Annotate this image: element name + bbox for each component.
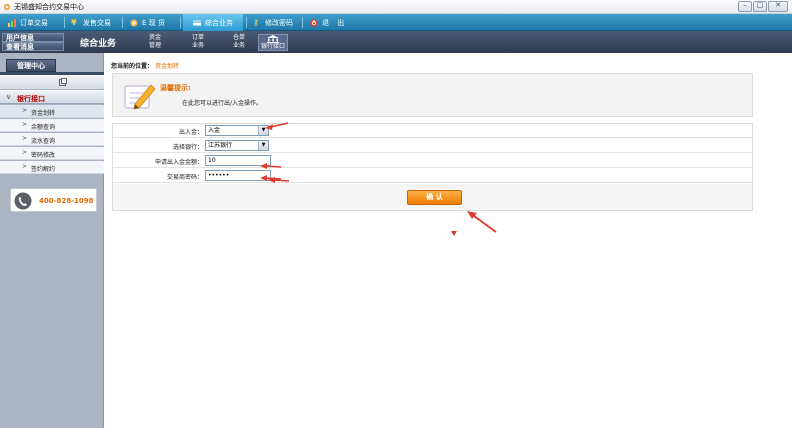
window-titlebar: 无锡盛知合约交易中心 – □ ✕ — [0, 0, 792, 14]
tip-title: 温馨提示: — [160, 84, 191, 92]
chevron-right-icon: > — [22, 107, 28, 114]
direction-label: 出入金： — [178, 129, 203, 136]
view-messages-button[interactable]: 查看消息 — [2, 42, 64, 51]
top-nav: 订单交易 ¥ 发售交易 E 现 货 综合业务 ⚷ 修改密码 退 出 — [0, 14, 792, 31]
maximize-icon: □ — [756, 1, 764, 9]
direction-select[interactable]: 入金 ▼ — [205, 125, 269, 136]
user-info-button[interactable]: 用户信息 — [2, 33, 64, 42]
sidebar-header: 管理中心 — [6, 59, 56, 72]
confirm-button[interactable]: 确 认 — [407, 190, 462, 205]
bank-icon — [267, 35, 279, 43]
nav-logout[interactable]: 退 出 — [310, 14, 360, 31]
sidebar-item-fund-transfer[interactable]: > 资金划转 — [0, 105, 104, 118]
sidebar-item-sign-cancel[interactable]: > 签约解约 — [0, 161, 104, 174]
annotation-arrow-icon — [260, 163, 282, 169]
minimize-button[interactable]: – — [738, 1, 752, 12]
breadcrumb-current: 资金划转 — [155, 63, 180, 70]
chevron-down-icon: ∨ — [6, 93, 12, 101]
sidebar-item-flow-query[interactable]: > 流水查询 — [0, 133, 104, 146]
yen-icon: ¥ — [71, 17, 77, 27]
hotline-box: 400-828-1098 — [10, 188, 97, 212]
sidebar: 管理中心 ∨ 银行接口 > 资金划转 > 余额查询 > 流水查询 > 密码修改 … — [0, 53, 104, 428]
close-icon: ✕ — [775, 1, 781, 9]
sidebar-item-balance-query[interactable]: > 余额查询 — [0, 119, 104, 132]
maximize-button[interactable]: □ — [753, 1, 767, 12]
transfer-form: 出入金： 入金 ▼ 选择银行： 江苏银行 ▼ 申请出入金金额： 10 交易商密码… — [112, 123, 753, 211]
key-icon: ⚷ — [253, 17, 259, 27]
password-label: 交易商密码： — [166, 174, 203, 181]
sub-bar: 用户信息 查看消息 综合业务 资金 管理 订单 业务 仓单 业务 银行接口 — [0, 31, 792, 53]
breadcrumb: 您当前的位置： 资金划转 — [111, 63, 180, 70]
close-button[interactable]: ✕ — [768, 1, 788, 12]
section-title: 综合业务 — [80, 39, 117, 49]
annotation-arrow-icon — [268, 177, 290, 183]
hotline-number: 400-828-1098 — [39, 197, 94, 205]
card-icon — [193, 20, 201, 25]
tab-fund-management[interactable]: 资金 管理 — [140, 34, 170, 51]
annotation-arrow-icon — [265, 122, 289, 130]
collapse-icon[interactable] — [59, 78, 67, 86]
bank-select[interactable]: 江苏银行 ▼ — [205, 140, 269, 151]
tab-order-business[interactable]: 订单 业务 — [183, 34, 213, 51]
minimize-icon: – — [743, 1, 747, 9]
app-icon — [4, 4, 10, 10]
tab-warehouse-business[interactable]: 仓单 业务 — [224, 34, 254, 51]
chevron-right-icon: > — [22, 149, 28, 156]
annotation-arrow-icon — [467, 211, 497, 233]
window-title: 无锡盛知合约交易中心 — [14, 3, 84, 11]
chevron-right-icon: > — [22, 163, 28, 170]
nav-order-trade[interactable]: 订单交易 — [8, 14, 60, 31]
chevron-down-icon: ▼ — [258, 141, 268, 150]
nav-issue-trade[interactable]: ¥ 发售交易 — [71, 14, 127, 31]
chart-icon — [8, 18, 16, 27]
globe-icon — [130, 19, 138, 26]
chevron-right-icon: > — [22, 121, 28, 128]
nav-spot-goods[interactable]: E 现 货 — [130, 14, 180, 31]
tip-box: 温馨提示: 在此您可以进行出/入金操作。 — [112, 73, 753, 117]
caret-down-icon — [451, 231, 457, 236]
main-content: 您当前的位置： 资金划转 温馨提示: 在此您可以进行出/入金操作。 出入金： 入金… — [105, 53, 792, 428]
chevron-right-icon: > — [22, 135, 28, 142]
nav-change-password[interactable]: ⚷ 修改密码 — [253, 14, 303, 31]
amount-label: 申请出入金金额： — [154, 159, 203, 166]
sidebar-group-bank-interface[interactable]: ∨ 银行接口 — [0, 90, 104, 104]
tip-text: 在此您可以进行出/入金操作。 — [182, 100, 263, 107]
sidebar-item-password-change[interactable]: > 密码修改 — [0, 147, 104, 160]
phone-icon — [14, 192, 32, 210]
power-icon — [310, 18, 318, 27]
bank-label: 选择银行： — [172, 144, 203, 151]
pencil-note-icon — [124, 84, 156, 110]
tab-bank-interface[interactable]: 银行接口 — [258, 34, 288, 51]
nav-integrated-business[interactable]: 综合业务 — [183, 14, 243, 31]
